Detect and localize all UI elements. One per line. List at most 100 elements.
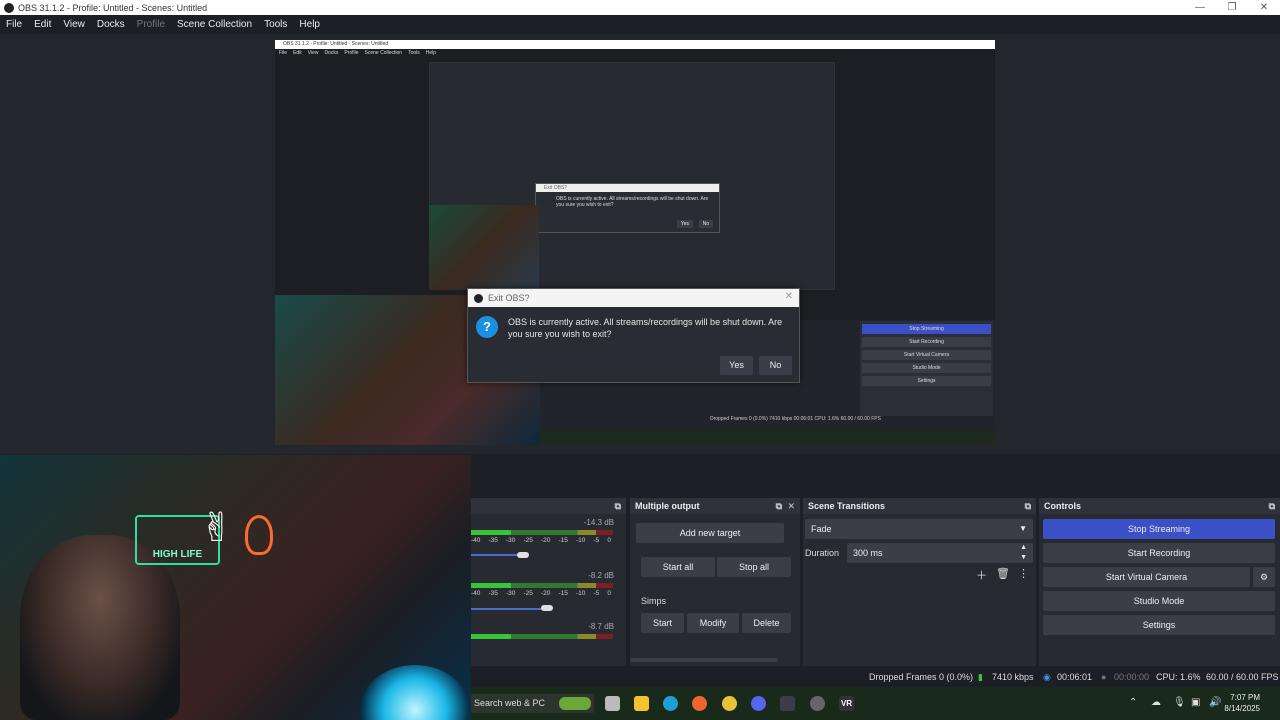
tick-label: -30: [506, 590, 516, 597]
audio-mixer-panel: ⧉ -14.3 dB -40 -35 -30 -25 -20 -15 -10 -5 0 -8.2…: [471, 498, 626, 666]
virtual-camera-settings-button[interactable]: ⚙: [1253, 567, 1275, 587]
stop-all-button[interactable]: Stop all: [717, 557, 791, 577]
undock-icon[interactable]: ⧉: [615, 498, 621, 514]
duration-spinbox[interactable]: 300 ms ▲ ▼: [847, 543, 1033, 563]
task-view-icon[interactable]: [605, 696, 620, 711]
add-new-target-button[interactable]: Add new target: [636, 523, 784, 543]
studio-mode-button[interactable]: Studio Mode: [1043, 591, 1275, 611]
transition-value: Fade: [811, 524, 832, 534]
nested-menu-item: Profile: [344, 50, 359, 56]
menu-tools[interactable]: Tools: [258, 19, 293, 30]
volume-meter: [471, 634, 613, 639]
tick-label: -10: [576, 537, 586, 544]
tick-label: -25: [523, 590, 533, 597]
volume-slider-knob[interactable]: [541, 605, 553, 611]
more-options-icon[interactable]: ⋮: [1018, 567, 1029, 580]
menu-view[interactable]: View: [57, 19, 91, 30]
menu-docks[interactable]: Docks: [91, 19, 131, 30]
chrome-icon[interactable]: [722, 696, 737, 711]
exit-dialog-titlebar: Exit OBS?: [468, 289, 799, 307]
cpu-usage: CPU: 1.6%: [1156, 672, 1201, 682]
stream-time: 00:06:01: [1057, 672, 1093, 682]
chevron-down-icon[interactable]: ▼: [1020, 548, 1027, 568]
undock-icon[interactable]: ⧉: [776, 498, 782, 514]
nested-menu: File Edit View Docks Profile Scene Colle…: [275, 49, 995, 58]
question-icon: ?: [476, 316, 498, 338]
duration-value: 300 ms: [853, 548, 883, 558]
undock-icon[interactable]: ⧉: [1025, 498, 1031, 514]
app-icon[interactable]: [810, 696, 825, 711]
dropped-frames: Dropped Frames 0 (0.0%): [869, 672, 974, 682]
peace-sign-icon: ✌: [200, 506, 234, 550]
start-all-button[interactable]: Start all: [641, 557, 715, 577]
start-virtual-camera-button[interactable]: Start Virtual Camera: [1043, 567, 1250, 587]
network-icon[interactable]: ▣: [1191, 697, 1200, 708]
nested-mini-dialog: Exit OBS? OBS is currently active. All s…: [535, 183, 720, 233]
scene-transitions-title: Scene Transitions: [808, 501, 886, 511]
menu-scene-collection[interactable]: Scene Collection: [171, 19, 258, 30]
nested-obs-capture: OBS 31.1.2 - Profile: Untitled - Scenes:…: [275, 40, 995, 445]
duration-label: Duration: [805, 548, 840, 558]
firefox-icon[interactable]: [692, 696, 707, 711]
controls-panel: Controls ⧉ Stop Streaming Start Recordin…: [1039, 498, 1280, 666]
discord-icon[interactable]: [751, 696, 766, 711]
horizontal-scrollbar[interactable]: [630, 658, 778, 662]
clock-date: 8/14/2025: [1224, 704, 1260, 713]
target-name: Simps: [641, 596, 667, 606]
taskbar-search-text: Search web & PC: [474, 698, 546, 708]
volume-slider-knob[interactable]: [517, 552, 529, 558]
close-icon[interactable]: ✕: [785, 291, 793, 302]
nested-mini-yes: Yes: [676, 220, 693, 228]
volume-icon[interactable]: 🔊: [1209, 697, 1221, 708]
stop-streaming-button[interactable]: Stop Streaming: [1043, 519, 1275, 539]
target-modify-button[interactable]: Modify: [687, 613, 739, 633]
obs-taskbar-icon[interactable]: [780, 696, 795, 711]
undock-icon[interactable]: ⧉: [1269, 498, 1275, 514]
taskbar-search-box[interactable]: Search web & PC: [471, 694, 594, 713]
tick-label: 0: [607, 590, 611, 597]
cloud-icon[interactable]: ☁: [1151, 697, 1161, 708]
no-button[interactable]: No: [759, 356, 792, 375]
file-explorer-icon[interactable]: [634, 696, 649, 711]
menu-file[interactable]: File: [0, 19, 28, 30]
close-icon[interactable]: ✕: [787, 498, 795, 514]
tick-label: -20: [541, 537, 551, 544]
menu-profile[interactable]: Profile: [131, 19, 171, 30]
window-title: OBS 31.1.2 - Profile: Untitled - Scenes:…: [18, 2, 208, 13]
tick-label: -15: [558, 590, 568, 597]
edge-icon[interactable]: [663, 696, 678, 711]
track-db: -14.3 dB: [583, 518, 614, 527]
start-recording-button[interactable]: Start Recording: [1043, 543, 1275, 563]
volume-slider[interactable]: [471, 554, 521, 556]
minimize-icon[interactable]: —: [1184, 0, 1216, 15]
close-icon[interactable]: ✕: [1248, 0, 1280, 15]
exit-dialog-message: OBS is currently active. All streams/rec…: [508, 317, 783, 339]
volume-slider[interactable]: [471, 608, 543, 610]
add-icon[interactable]: ＋: [976, 567, 987, 583]
maximize-icon[interactable]: ❐: [1216, 0, 1248, 15]
streaming-icon: ◉: [1043, 672, 1051, 682]
transition-select[interactable]: Fade ▼: [805, 519, 1033, 539]
vr-icon[interactable]: VR: [839, 696, 854, 711]
menu-help[interactable]: Help: [293, 19, 326, 30]
volume-meter: [471, 530, 613, 535]
taskbar-clock[interactable]: 7:07 PM 8/14/2025: [1224, 692, 1260, 714]
scene-transitions-panel: Scene Transitions ⧉ Fade ▼ Duration 300 …: [803, 498, 1036, 666]
settings-button[interactable]: Settings: [1043, 615, 1275, 635]
chevron-up-icon[interactable]: ⌃: [1129, 697, 1137, 708]
nested-menu-item: View: [307, 50, 319, 56]
nested-menu-item: Scene Collection: [364, 50, 403, 56]
webcam-feed: HIGH LIFE ✌: [0, 455, 471, 720]
exit-dialog-title: Exit OBS?: [488, 293, 530, 303]
target-delete-button[interactable]: Delete: [742, 613, 791, 633]
target-start-button[interactable]: Start: [641, 613, 684, 633]
multiple-output-panel: Multiple output ⧉ ✕ Add new target Start…: [630, 498, 800, 666]
menu-edit[interactable]: Edit: [28, 19, 57, 30]
nested-webcam-small: [429, 205, 539, 290]
microphone-icon[interactable]: 🎙: [1173, 697, 1186, 708]
yes-button[interactable]: Yes: [720, 356, 753, 375]
trash-icon[interactable]: 🗑: [996, 567, 1010, 580]
tick-label: -40: [471, 537, 481, 544]
status-bar: Dropped Frames 0 (0.0%) ▮ 7410 kbps ◉ 00…: [471, 667, 1280, 687]
nested-status-line: Dropped Frames 0 (0.0%) 7410 kbps 00:06:…: [710, 416, 881, 422]
